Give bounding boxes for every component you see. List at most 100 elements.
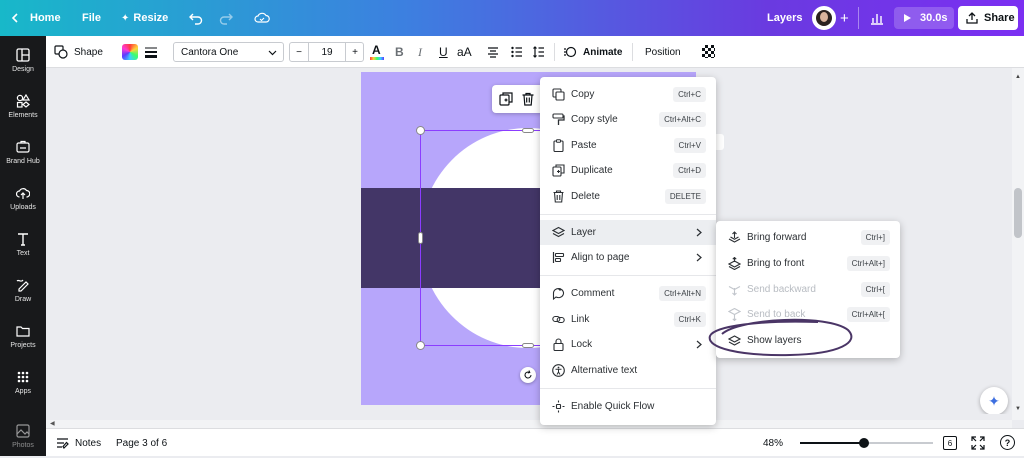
border-style-button[interactable] <box>144 36 158 68</box>
resize-handle[interactable] <box>522 343 534 348</box>
duplicate-element-button[interactable] <box>499 92 513 109</box>
menu-item-lock[interactable]: Lock <box>540 332 716 357</box>
photos-icon <box>16 423 30 438</box>
menu-item-link[interactable]: Link Ctrl+K <box>540 307 716 332</box>
resize-handle[interactable] <box>418 232 423 244</box>
menu-item-bring-to-front[interactable]: Bring to front Ctrl+Alt+] <box>716 251 900 276</box>
menu-item-paste[interactable]: Paste Ctrl+V <box>540 133 716 158</box>
rotate-handle[interactable] <box>520 367 536 383</box>
underline-button[interactable]: U <box>439 36 448 68</box>
sidebar-item-label: Brand Hub <box>6 157 40 165</box>
menu-item-duplicate[interactable]: Duplicate Ctrl+D <box>540 158 716 183</box>
share-label: Share <box>984 12 1015 24</box>
animate-button[interactable]: Animate <box>563 36 622 68</box>
notes-button[interactable]: Notes <box>56 429 101 457</box>
position-button[interactable]: Position <box>645 36 681 68</box>
scrollbar-thumb[interactable] <box>1014 188 1022 238</box>
delete-element-button[interactable] <box>521 92 535 109</box>
scroll-down-icon[interactable]: ▼ <box>1015 406 1021 412</box>
menu-item-enable-quick-flow[interactable]: Enable Quick Flow <box>540 394 716 419</box>
share-button[interactable]: Share <box>958 6 1018 30</box>
element-floating-toolbar <box>492 85 544 113</box>
file-menu[interactable]: File <box>82 0 101 36</box>
page-indicator[interactable]: Page 3 of 6 <box>116 429 167 457</box>
undo-button[interactable] <box>189 0 203 36</box>
menu-item-layer[interactable]: Layer <box>540 220 716 245</box>
italic-button[interactable]: I <box>418 36 422 68</box>
menu-item-bring-forward[interactable]: Bring forward Ctrl+] <box>716 225 900 250</box>
sidebar-item-photos[interactable]: Photos <box>0 414 46 458</box>
shape-icon <box>54 45 68 59</box>
text-color-button[interactable]: A <box>370 36 384 68</box>
font-size-stepper[interactable]: − 19 + <box>289 42 364 62</box>
home-button[interactable]: Home <box>10 0 61 36</box>
zoom-slider-thumb[interactable] <box>859 438 869 448</box>
plus-icon: + <box>840 9 849 27</box>
fullscreen-button[interactable] <box>971 436 985 453</box>
menu-item-comment[interactable]: Comment Ctrl+Alt+N <box>540 281 716 306</box>
font-size-value[interactable]: 19 <box>309 47 345 58</box>
menu-item-align-to-page[interactable]: Align to page <box>540 245 716 270</box>
sidebar-item-brand-hub[interactable]: Brand Hub <box>0 130 46 174</box>
align-button[interactable] <box>487 36 499 68</box>
sidebar-item-label: Uploads <box>10 203 36 211</box>
menu-item-label: Delete <box>571 191 600 202</box>
sidebar-item-design[interactable]: Design <box>0 38 46 82</box>
fill-color-picker[interactable] <box>122 44 138 60</box>
duplicate-icon <box>552 164 565 177</box>
resize-handle[interactable] <box>416 341 425 350</box>
font-size-decrease[interactable]: − <box>290 47 308 58</box>
font-size-increase[interactable]: + <box>346 47 364 58</box>
add-collaborator-button[interactable]: + <box>840 0 849 36</box>
avatar[interactable] <box>812 6 836 30</box>
insights-button[interactable] <box>870 0 884 36</box>
horizontal-scroll-track[interactable]: ◀ <box>46 420 1012 428</box>
bar-chart-icon <box>871 14 883 25</box>
font-family-select[interactable]: Cantora One <box>173 42 284 62</box>
vertical-scrollbar[interactable]: ▲ ▼ <box>1012 68 1024 420</box>
present-button[interactable]: 30.0s <box>894 7 954 29</box>
shape-button[interactable]: Shape <box>54 36 103 68</box>
spacing-button[interactable] <box>533 36 545 68</box>
scroll-left-icon[interactable]: ◀ <box>50 420 55 427</box>
sidebar-item-uploads[interactable]: Uploads <box>0 176 46 220</box>
sidebar-item-elements[interactable]: Elements <box>0 84 46 128</box>
shortcut-badge: Ctrl+C <box>673 87 706 102</box>
layers-button[interactable]: Layers <box>767 0 802 36</box>
page-grid-button[interactable]: 6 <box>943 436 957 450</box>
sidebar-item-text[interactable]: Text <box>0 222 46 266</box>
notes-label: Notes <box>75 437 102 449</box>
menu-item-copy-style[interactable]: Copy style Ctrl+Alt+C <box>540 107 716 132</box>
comment-icon <box>552 288 564 300</box>
sidebar-item-label: Elements <box>8 111 38 119</box>
bold-button[interactable]: B <box>395 36 404 68</box>
transparency-icon[interactable] <box>702 45 715 58</box>
cloud-save-status[interactable] <box>254 0 270 36</box>
redo-button[interactable] <box>219 0 233 36</box>
resize-handle[interactable] <box>416 126 425 135</box>
sidebar-item-draw[interactable]: Draw <box>0 268 46 312</box>
send-backward-icon <box>728 286 741 296</box>
upload-icon <box>16 187 30 199</box>
resize-handle[interactable] <box>522 128 534 133</box>
list-button[interactable] <box>511 36 523 68</box>
sidebar-item-projects[interactable]: Projects <box>0 314 46 358</box>
resize-button[interactable]: ✦ Resize <box>121 0 168 36</box>
sidebar-item-label: Projects <box>10 341 36 349</box>
magic-assistant-button[interactable]: ✦ <box>980 387 1008 415</box>
bottom-bar: Notes Page 3 of 6 48% 6 ? <box>46 428 1024 456</box>
text-icon <box>18 232 28 246</box>
scroll-up-icon[interactable]: ▲ <box>1015 74 1021 80</box>
zoom-percentage[interactable]: 48% <box>763 429 783 457</box>
sidebar-item-apps[interactable]: Apps <box>0 360 46 404</box>
animate-icon <box>564 46 577 58</box>
letter-case-button[interactable]: aA <box>457 36 472 68</box>
line-spacing-icon <box>533 46 544 58</box>
menu-item-alternative-text[interactable]: Alternative text <box>540 358 716 383</box>
context-menu: Copy Ctrl+C Copy style Ctrl+Alt+C Paste … <box>540 77 716 425</box>
zoom-slider[interactable] <box>800 438 933 448</box>
menu-item-copy[interactable]: Copy Ctrl+C <box>540 82 716 107</box>
help-icon[interactable]: ? <box>1000 435 1015 450</box>
menu-item-send-backward[interactable]: Send backward Ctrl+[ <box>716 277 900 302</box>
menu-item-delete[interactable]: Delete DELETE <box>540 184 716 209</box>
